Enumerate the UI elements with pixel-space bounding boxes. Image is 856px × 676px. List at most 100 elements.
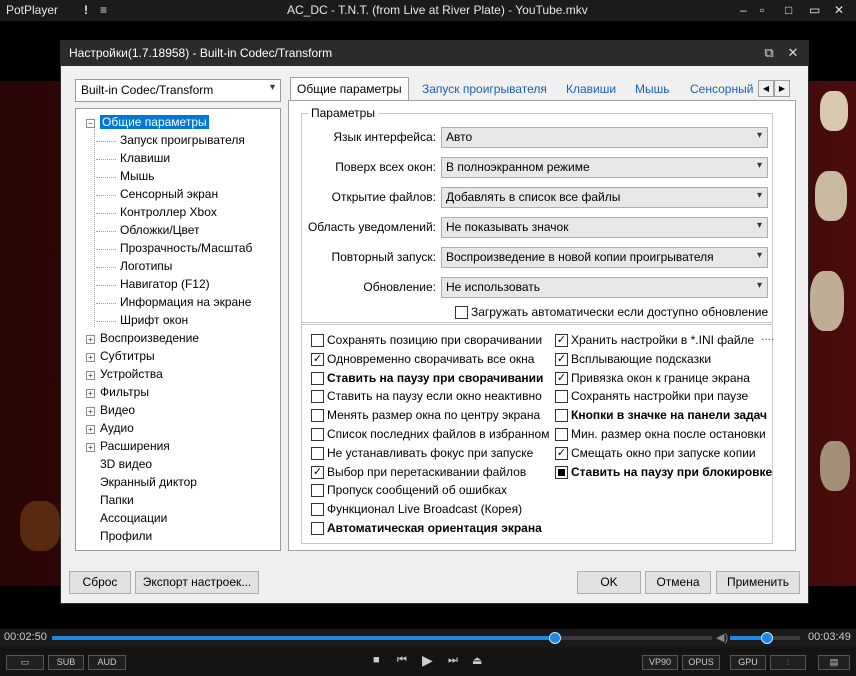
expand-icon[interactable]: + — [86, 353, 95, 362]
checkbox-box[interactable] — [455, 306, 468, 319]
tree-category[interactable]: Расширения — [100, 439, 170, 453]
tree-item[interactable]: Обложки/Цвет — [120, 223, 200, 237]
checkbox-box[interactable] — [311, 484, 324, 498]
checkbox-box[interactable] — [311, 390, 324, 404]
gpu-badge[interactable]: GPU — [730, 655, 766, 670]
checkbox-box[interactable]: ✓ — [555, 334, 568, 347]
video-codec-badge[interactable]: VP90 — [642, 655, 678, 670]
maximize-icon[interactable]: □ — [785, 3, 792, 17]
ini-more-link[interactable]: .... — [761, 329, 774, 343]
expand-icon[interactable]: + — [86, 371, 95, 380]
tree-item[interactable]: Информация на экране — [120, 295, 251, 309]
tab-scroll-right-icon[interactable]: ▶ — [774, 80, 790, 97]
next-icon[interactable]: ⏭ — [448, 654, 458, 667]
tree-category[interactable]: Устройства — [100, 367, 163, 381]
app-name[interactable]: PotPlayer — [6, 3, 58, 17]
checkbox-box[interactable] — [311, 409, 324, 423]
tab-touch[interactable]: Сенсорный — [690, 78, 753, 100]
tree-item[interactable]: Логотипы — [120, 259, 172, 273]
checkbox-box[interactable]: ✓ — [555, 352, 568, 366]
playlist-toggle-icon[interactable]: ▭ — [6, 655, 44, 670]
tree-category[interactable]: 3D видео — [100, 457, 152, 471]
equalizer-icon[interactable]: ⫶ — [770, 655, 806, 670]
stop-icon[interactable]: ■ — [373, 654, 380, 666]
volume-track[interactable] — [730, 632, 800, 644]
checkbox-box[interactable] — [555, 390, 568, 404]
cancel-button[interactable]: Отмена — [645, 571, 711, 594]
checkbox-box[interactable]: ✓ — [555, 446, 568, 460]
checkbox-box[interactable] — [555, 465, 568, 479]
minimize-icon[interactable]: – — [740, 3, 747, 17]
apply-button[interactable]: Применить — [716, 571, 800, 594]
reset-button[interactable]: Сброс — [69, 571, 131, 594]
checkbox-box[interactable] — [555, 428, 568, 441]
tree-item[interactable]: Шрифт окон — [120, 313, 188, 327]
play-icon[interactable]: ▶ — [422, 652, 433, 669]
seek-handle[interactable] — [548, 632, 561, 644]
tree-category[interactable]: Фильтры — [100, 385, 149, 399]
speaker-icon[interactable]: ◀) — [716, 631, 728, 644]
tree-category[interactable]: Аудио — [100, 421, 134, 435]
setting-dropdown[interactable]: Авто ▾ — [441, 127, 768, 148]
tree-item[interactable]: Контроллер Xbox — [120, 205, 217, 219]
setting-dropdown[interactable]: Не использовать ▾ — [441, 277, 768, 298]
setting-dropdown[interactable]: Воспроизведение в новой копии проигрыват… — [441, 247, 768, 268]
dialog-close-icon[interactable]: ✕ — [784, 44, 802, 62]
ok-button[interactable]: OK — [577, 571, 641, 594]
checkbox-box[interactable] — [311, 522, 324, 535]
tab-keys[interactable]: Клавиши — [566, 78, 616, 100]
checkbox-box[interactable] — [311, 334, 324, 347]
volume-handle[interactable] — [761, 632, 774, 644]
expand-icon[interactable]: + — [86, 425, 95, 434]
preset-combo[interactable]: Built-in Codec/Transform ▾ — [75, 79, 281, 102]
checkbox-box[interactable]: ✓ — [555, 371, 568, 385]
eject-icon[interactable]: ⏏ — [472, 654, 482, 667]
expand-icon[interactable]: + — [86, 443, 95, 452]
tab-startup[interactable]: Запуск проигрывателя — [422, 78, 547, 100]
seek-track[interactable] — [52, 632, 712, 644]
tree-category[interactable]: Общие параметры — [100, 115, 209, 129]
tree-category[interactable]: Видео — [100, 403, 135, 417]
tree-item[interactable]: Сенсорный экран — [120, 187, 218, 201]
tree-category[interactable]: Папки — [100, 493, 134, 507]
tree-category[interactable]: Воспроизведение — [100, 331, 199, 345]
tree-category[interactable]: Экранный диктор — [100, 475, 197, 489]
checkbox-box[interactable]: ✓ — [311, 352, 324, 366]
menu-icon[interactable]: ≡ — [100, 3, 107, 17]
tree-item[interactable]: Клавиши — [120, 151, 170, 165]
audio-codec-badge[interactable]: OPUS — [682, 655, 720, 670]
export-settings-button[interactable]: Экспорт настроек... — [135, 571, 259, 594]
tree-category[interactable]: Субтитры — [100, 349, 155, 363]
checkbox-box[interactable] — [311, 371, 324, 385]
tree-category[interactable]: Ассоциации — [100, 511, 167, 525]
subtitle-button[interactable]: SUB — [48, 655, 84, 670]
checkbox-box[interactable] — [555, 409, 568, 423]
setting-dropdown[interactable]: В полноэкранном режиме ▾ — [441, 157, 768, 178]
collapse-icon[interactable]: − — [86, 119, 95, 128]
settings-tree[interactable]: Общие параметры − Запуск проигрывателя Клав… — [75, 108, 281, 551]
checkbox-box[interactable] — [311, 428, 324, 441]
tree-item[interactable]: Навигатор (F12) — [120, 277, 210, 291]
tab-scroll-left-icon[interactable]: ◀ — [758, 80, 774, 97]
restore-icon[interactable]: ⧉ — [760, 44, 778, 62]
fullscreen-icon[interactable]: ▭ — [809, 3, 820, 17]
expand-icon[interactable]: + — [86, 407, 95, 416]
tab-mouse[interactable]: Мышь — [635, 78, 670, 100]
checkbox-box[interactable]: ✓ — [311, 465, 324, 479]
close-icon[interactable]: ✕ — [834, 3, 844, 17]
expand-icon[interactable]: + — [86, 389, 95, 398]
setting-dropdown[interactable]: Добавлять в список все файлы ▾ — [441, 187, 768, 208]
tree-item[interactable]: Прозрачность/Масштаб — [120, 241, 252, 255]
panel-icon[interactable]: ▤ — [818, 655, 850, 670]
pin-icon[interactable]: ! — [84, 3, 88, 17]
tree-item[interactable]: Мышь — [120, 169, 155, 183]
previous-icon[interactable]: ⏮ — [397, 654, 407, 667]
tree-category[interactable]: Профили — [100, 529, 152, 543]
checkbox-box[interactable] — [311, 503, 324, 517]
expand-icon[interactable]: + — [86, 335, 95, 344]
tab-general[interactable]: Общие параметры — [290, 77, 409, 102]
checkbox-box[interactable] — [311, 446, 324, 460]
tree-item[interactable]: Запуск проигрывателя — [120, 133, 245, 147]
setting-dropdown[interactable]: Не показывать значок ▾ — [441, 217, 768, 238]
mini-mode-icon[interactable]: ▫ — [760, 3, 764, 17]
